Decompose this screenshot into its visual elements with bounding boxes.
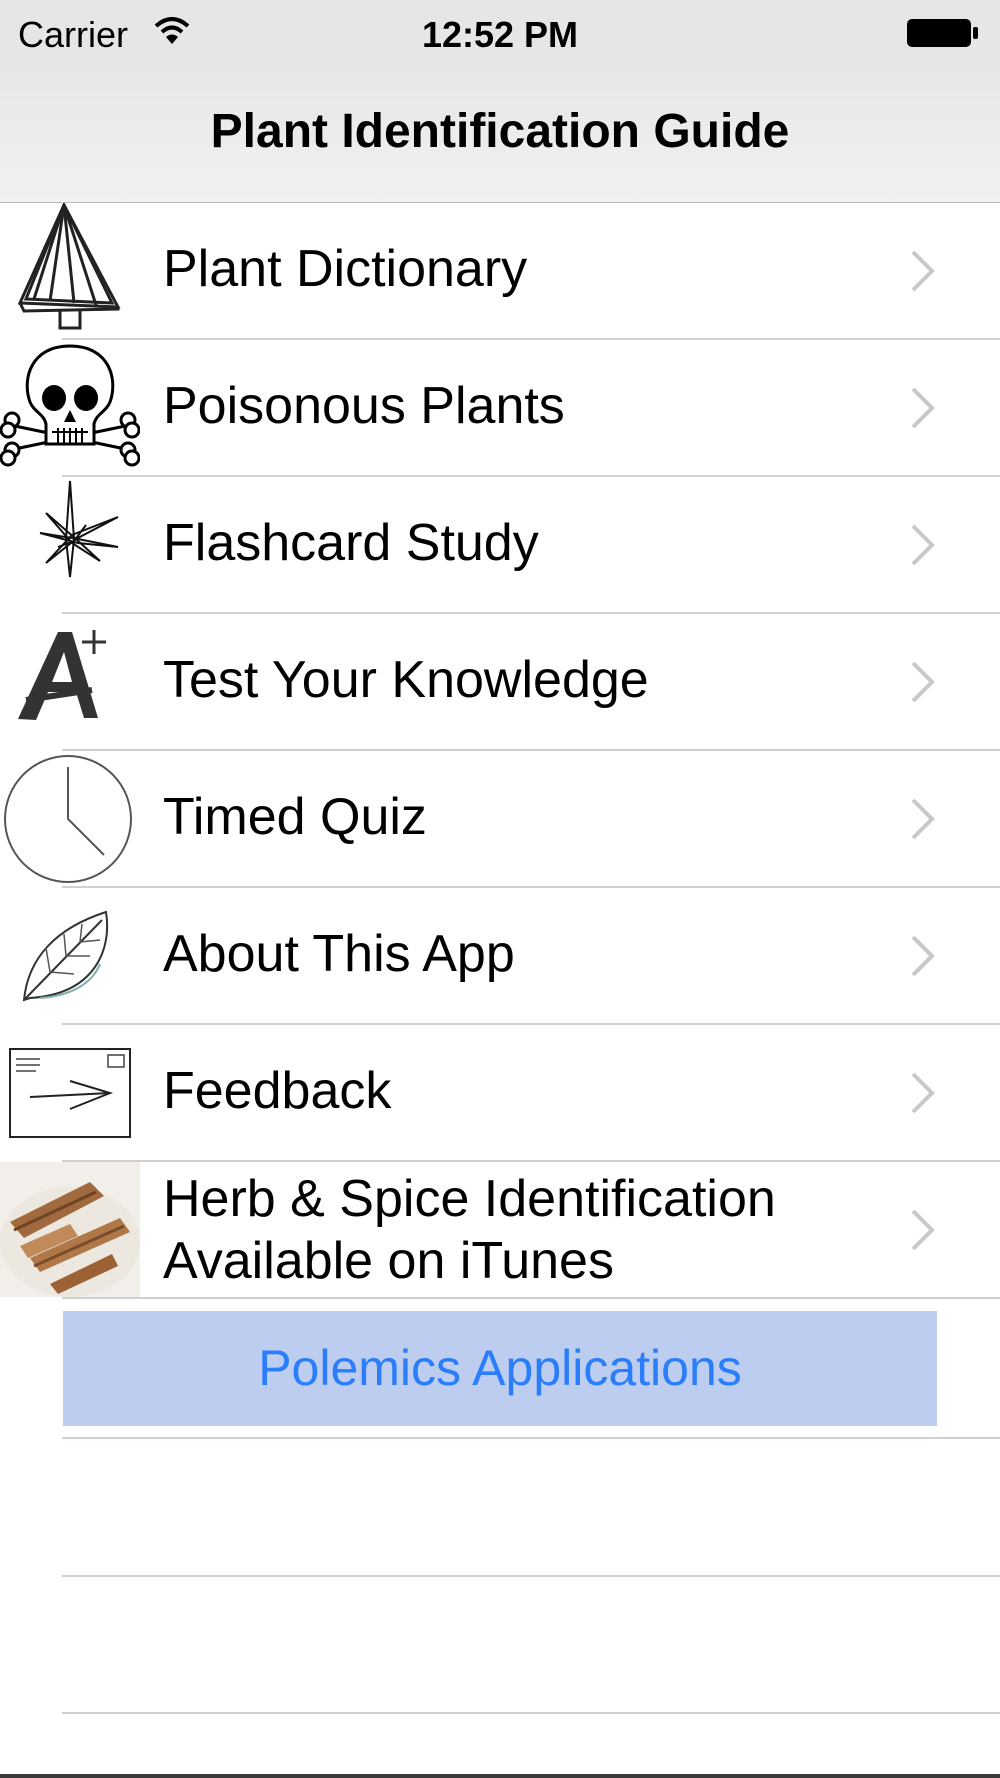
menu-item-label-line1: Herb & Spice Identification bbox=[163, 1170, 776, 1228]
battery-icon bbox=[906, 18, 980, 48]
row-separator bbox=[62, 1297, 1000, 1299]
status-time: 12:52 PM bbox=[421, 14, 579, 55]
empty-row-separator bbox=[62, 1575, 1000, 1577]
skull-crossbones-icon bbox=[0, 340, 140, 475]
menu-item-label: About This App bbox=[163, 925, 515, 983]
polemics-applications-button[interactable]: Polemics Applications bbox=[63, 1311, 937, 1426]
menu-item-label: Plant Dictionary bbox=[163, 240, 528, 298]
chevron-right-icon bbox=[910, 797, 936, 841]
menu-item-label: Test Your Knowledge bbox=[163, 651, 649, 709]
menu-item-plant-dictionary[interactable]: Plant Dictionary bbox=[0, 203, 1000, 340]
star-burst-icon bbox=[0, 477, 140, 612]
menu-item-test-your-knowledge[interactable]: Test Your Knowledge bbox=[0, 614, 1000, 751]
clock-icon bbox=[0, 751, 140, 886]
menu-item-about-this-app[interactable]: About This App bbox=[0, 888, 1000, 1025]
leaf-icon bbox=[0, 888, 140, 1023]
chevron-right-icon bbox=[910, 523, 936, 567]
chevron-right-icon bbox=[910, 660, 936, 704]
menu-item-timed-quiz[interactable]: Timed Quiz bbox=[0, 751, 1000, 888]
chevron-right-icon bbox=[910, 934, 936, 978]
a-plus-icon bbox=[0, 614, 140, 749]
chevron-right-icon bbox=[910, 1208, 936, 1252]
menu-item-label: Flashcard Study bbox=[163, 514, 539, 572]
status-bar: Carrier 12:52 PM bbox=[0, 0, 1000, 70]
chevron-right-icon bbox=[910, 249, 936, 293]
chevron-right-icon bbox=[910, 386, 936, 430]
envelope-icon bbox=[0, 1025, 140, 1160]
menu-item-label: Herb & Spice Identification Available on … bbox=[163, 1168, 843, 1292]
chevron-right-icon bbox=[910, 1071, 936, 1115]
navigation-bar: Plant Identification Guide bbox=[0, 70, 1000, 204]
menu-item-herb-spice-itunes[interactable]: Herb & Spice Identification Available on … bbox=[0, 1162, 1000, 1299]
empty-row-separator bbox=[62, 1437, 1000, 1439]
tree-icon bbox=[0, 203, 140, 338]
menu-item-label: Timed Quiz bbox=[163, 788, 427, 846]
menu-item-label-line2: Available on iTunes bbox=[163, 1232, 614, 1290]
screen-bottom-edge bbox=[0, 1774, 1000, 1778]
menu-item-poisonous-plants[interactable]: Poisonous Plants bbox=[0, 340, 1000, 477]
menu-item-label: Poisonous Plants bbox=[163, 377, 565, 435]
menu-item-label: Feedback bbox=[163, 1062, 392, 1120]
empty-row-separator bbox=[62, 1712, 1000, 1714]
menu-item-feedback[interactable]: Feedback bbox=[0, 1025, 1000, 1162]
menu-item-flashcard-study[interactable]: Flashcard Study bbox=[0, 477, 1000, 614]
page-title: Plant Identification Guide bbox=[210, 105, 790, 158]
cinnamon-photo-icon bbox=[0, 1162, 140, 1297]
